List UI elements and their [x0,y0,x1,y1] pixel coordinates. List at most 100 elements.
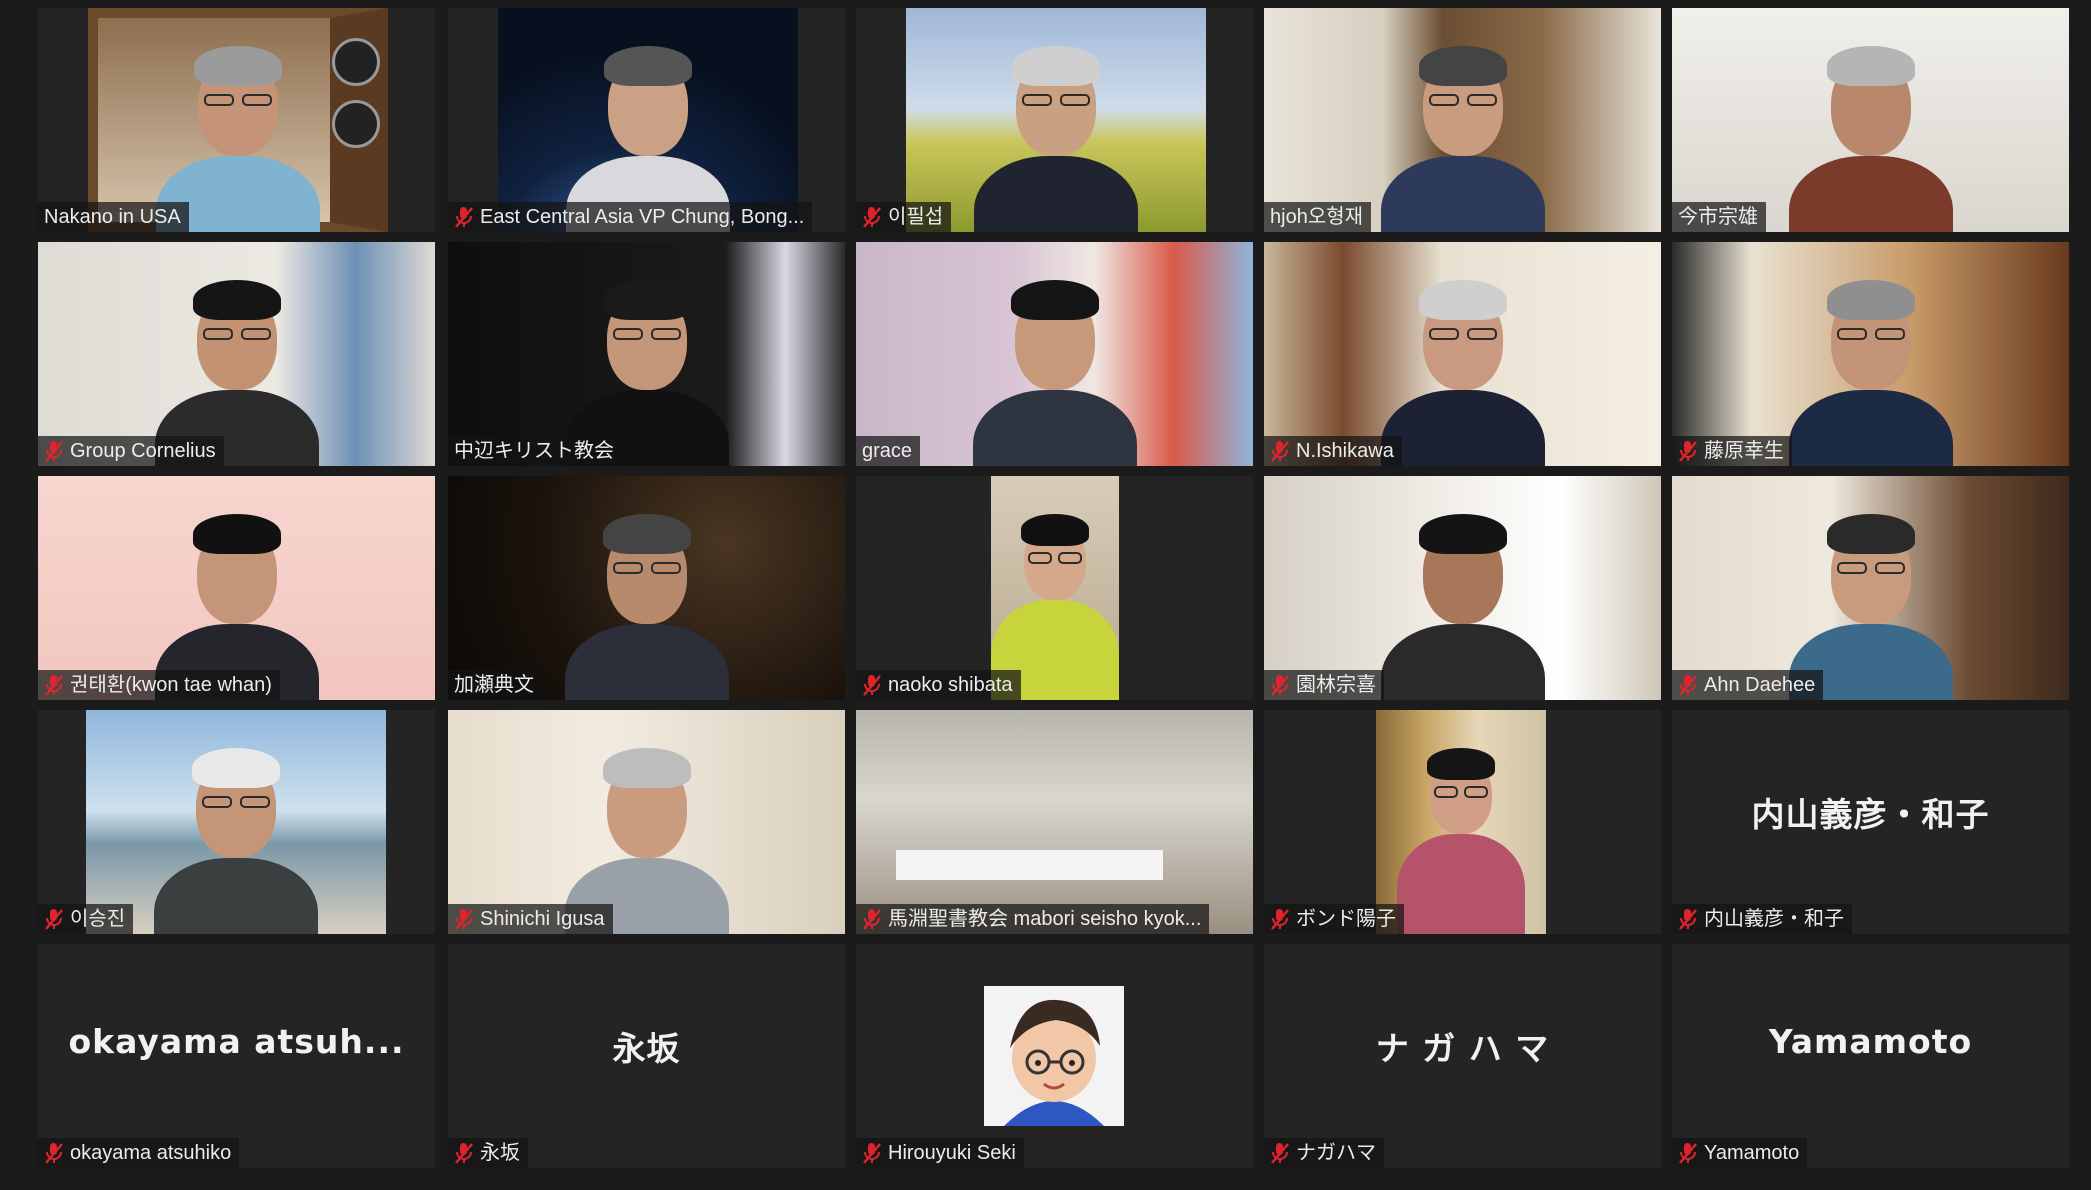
participant-name: 권태환(kwon tae whan) [70,674,272,696]
participant-figure [138,8,338,232]
participant-tile[interactable]: 今市宗雄 [1672,8,2069,232]
participant-display-name: 永坂 [612,1029,681,1068]
participant-tile[interactable]: 藤原幸生 [1672,242,2069,466]
participant-figure [548,8,748,232]
participant-figure [1771,8,1971,232]
participant-video [906,8,1206,232]
participant-tile[interactable]: ボンド陽子 [1264,710,1661,934]
mic-muted-icon [862,1142,882,1164]
participant-nameplate: Nakano in USA [38,202,189,232]
participant-video [856,242,1253,466]
participant-name: Hirouyuki Seki [888,1142,1016,1164]
participant-figure [547,242,747,466]
participant-tile[interactable]: Ahn Daehee [1672,476,2069,700]
participant-name: 藤原幸生 [1704,440,1784,462]
participant-video [856,710,1253,934]
participant-tile[interactable]: N.Ishikawa [1264,242,1661,466]
participant-nameplate: 권태환(kwon tae whan) [38,670,280,700]
participant-display-name: okayama atsuh... [68,1022,405,1061]
participant-nameplate: hjoh오형재 [1264,202,1372,232]
tv-dial-icon [332,100,380,148]
participant-video [1264,476,1661,700]
participant-tile[interactable]: 永坂 永坂 [448,944,845,1168]
mic-muted-icon [454,206,474,228]
participant-nameplate: 加瀬典文 [448,670,542,700]
participant-nameplate: 藤原幸生 [1672,436,1792,466]
mic-muted-icon [1270,1142,1290,1164]
participant-video [1672,8,2069,232]
participant-tile[interactable]: hjoh오형재 [1264,8,1661,232]
participant-nameplate: 内山義彦・和子 [1672,904,1852,934]
participant-nameplate: 永坂 [448,1138,528,1168]
participant-figure [1771,242,1971,466]
participant-display-name: ナ ガ ハ マ [1375,1029,1550,1068]
participant-video [1264,8,1661,232]
participant-name: 이승진 [70,908,126,930]
participant-video [991,476,1119,700]
participant-name: hjoh오형재 [1270,206,1364,228]
participant-nameplate: East Central Asia VP Chung, Bong... [448,202,813,232]
participant-name: Ahn Daehee [1704,674,1816,696]
participant-tile[interactable]: grace [856,242,1253,466]
mic-muted-icon [862,908,882,930]
participant-nameplate: ボンド陽子 [1264,904,1404,934]
participant-nameplate: okayama atsuhiko [38,1138,240,1168]
mic-muted-icon [454,1142,474,1164]
participant-video [88,8,388,232]
participant-nameplate: naoko shibata [856,670,1021,700]
participant-display-name: 内山義彦・和子 [1751,795,1990,834]
participant-video [1264,242,1661,466]
participant-tile[interactable]: naoko shibata [856,476,1253,700]
participant-tile[interactable]: 이승진 [38,710,435,934]
participant-video [498,8,798,232]
participant-figure [1771,476,1971,700]
mic-muted-icon [1678,674,1698,696]
participant-tile[interactable]: okayama atsuh... okayama atsuhiko [38,944,435,1168]
mic-muted-icon [1678,440,1698,462]
participant-tile[interactable]: Shinichi Igusa [448,710,845,934]
participant-video [448,242,845,466]
participant-nameplate: 園林宗喜 [1264,670,1384,700]
participant-tile[interactable]: Group Cornelius [38,242,435,466]
participant-nameplate: 今市宗雄 [1672,202,1766,232]
participant-name: 이필섭 [888,206,944,228]
participant-name: N.Ishikawa [1296,440,1394,462]
participant-name: 中辺キリスト教会 [454,440,614,462]
mic-muted-icon [1270,674,1290,696]
participant-tile[interactable]: 園林宗喜 [1264,476,1661,700]
participant-tile[interactable]: ナ ガ ハ マナガハマ [1264,944,1661,1168]
mic-muted-icon [44,440,64,462]
participant-name: East Central Asia VP Chung, Bong... [480,206,805,228]
mic-muted-icon [862,206,882,228]
participant-display-name: Yamamoto [1768,1022,1973,1061]
participant-tile[interactable]: 加瀬典文 [448,476,845,700]
participant-video [38,242,435,466]
participant-tile[interactable]: Hirouyuki Seki [856,944,1253,1168]
participant-tile[interactable]: 이필섭 [856,8,1253,232]
tv-dial-icon [332,38,380,86]
participant-name: ナガハマ [1296,1142,1376,1164]
participant-tile[interactable]: 권태환(kwon tae whan) [38,476,435,700]
participant-video [1672,242,2069,466]
mic-muted-icon [44,908,64,930]
participant-tile[interactable]: Yamamoto Yamamoto [1672,944,2069,1168]
participant-name: grace [862,440,913,462]
mic-muted-icon [44,674,64,696]
mic-muted-icon [454,908,474,930]
participant-tile[interactable]: Nakano in USA [38,8,435,232]
participant-video [86,710,386,934]
participant-nameplate: 이필섭 [856,202,952,232]
cartoon-avatar-icon [984,986,1124,1126]
participant-tile[interactable]: 馬淵聖書教会 mabori seisho kyok... [856,710,1253,934]
participant-figure [547,710,747,934]
participant-figure [547,476,747,700]
participant-figure [1363,242,1563,466]
participant-tile[interactable]: East Central Asia VP Chung, Bong... [448,8,845,232]
participant-figure [955,242,1155,466]
participant-tile[interactable]: 内山義彦・和子 内山義彦・和子 [1672,710,2069,934]
participant-nameplate: grace [856,436,921,466]
participant-name: 加瀬典文 [454,674,534,696]
participant-video [1672,476,2069,700]
participant-tile[interactable]: 中辺キリスト教会 [448,242,845,466]
participant-figure [991,476,1119,700]
